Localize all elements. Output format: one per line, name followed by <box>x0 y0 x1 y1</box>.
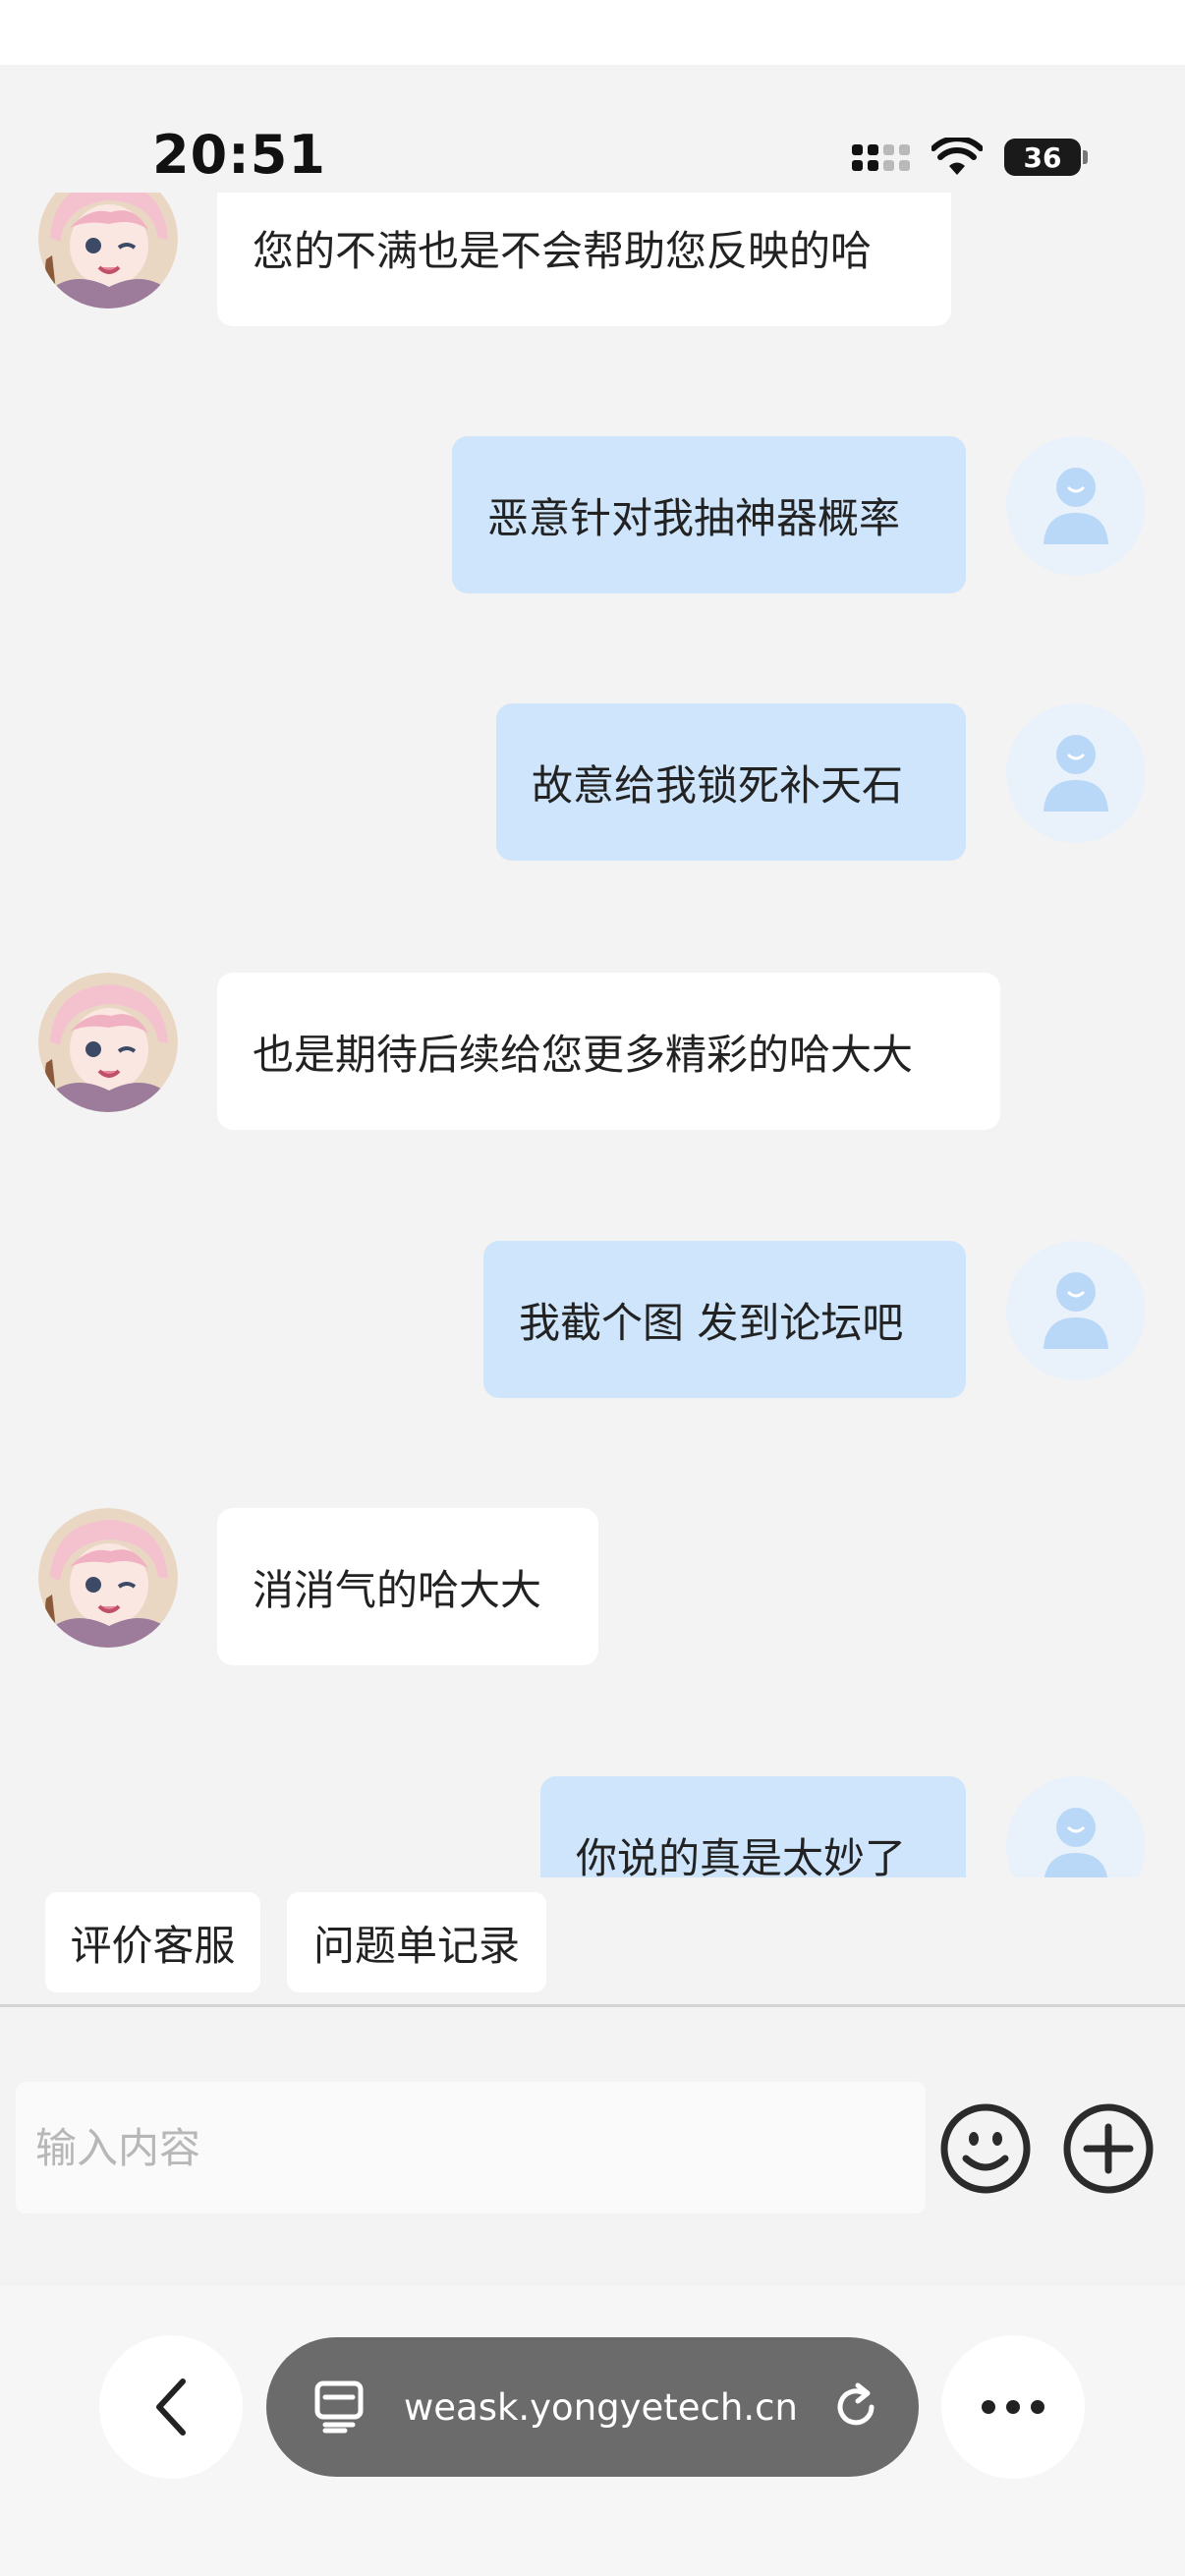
back-button[interactable] <box>99 2335 243 2479</box>
battery-icon: 36 <box>1004 139 1088 176</box>
user-avatar-icon <box>1006 436 1146 576</box>
wifi-icon <box>931 138 983 175</box>
rate-agent-button[interactable]: 评价客服 <box>45 1892 260 1992</box>
agent-message-bubble: 消消气的哈大大 <box>217 1508 598 1665</box>
url-text: weask.yongyetech.cn <box>404 2385 798 2429</box>
status-icons: 36 <box>852 138 1088 177</box>
tabs-icon[interactable] <box>311 2380 367 2435</box>
emoji-icon[interactable] <box>938 2101 1033 2196</box>
reload-icon[interactable] <box>830 2381 881 2433</box>
status-bar: 20:51 36 <box>0 65 1185 193</box>
user-message-bubble: 我截个图 发到论坛吧 <box>483 1241 966 1398</box>
user-avatar-icon <box>1006 703 1146 843</box>
user-message-bubble: 恶意针对我抽神器概率 <box>452 436 966 593</box>
ticket-records-button[interactable]: 问题单记录 <box>287 1892 546 1992</box>
plus-icon[interactable] <box>1061 2101 1156 2196</box>
address-bar[interactable]: weask.yongyetech.cn <box>266 2337 919 2477</box>
agent-avatar <box>38 973 178 1112</box>
user-message-bubble: 你说的真是太妙了 <box>540 1776 966 1877</box>
input-bar <box>0 2007 1185 2286</box>
chat-messages[interactable]: 您的不满也是不会帮助您反映的哈 恶意针对我抽神器概率 故意给我锁死补天石 也是期… <box>0 193 1185 1877</box>
user-message-bubble: 故意给我锁死补天石 <box>496 703 966 861</box>
status-time: 20:51 <box>152 124 326 186</box>
back-icon <box>156 2379 186 2436</box>
message-input[interactable] <box>16 2082 926 2213</box>
agent-message-bubble: 也是期待后续给您更多精彩的哈大大 <box>217 973 1000 1130</box>
user-avatar-icon <box>1006 1241 1146 1380</box>
app-root: 20:51 36 您的不满也是不会帮助您反映的哈 恶意针对我抽神器概率 故意给我… <box>0 0 1185 2576</box>
agent-message-bubble: 您的不满也是不会帮助您反映的哈 <box>217 193 951 326</box>
more-icon <box>982 2400 1044 2414</box>
cellular-signal-icon <box>852 143 910 171</box>
more-button[interactable] <box>941 2335 1085 2479</box>
browser-toolbar: weask.yongyetech.cn <box>0 2286 1185 2576</box>
agent-avatar <box>38 193 178 308</box>
battery-level: 36 <box>1023 140 1062 174</box>
user-avatar-icon <box>1006 1776 1146 1877</box>
agent-avatar <box>38 1508 178 1648</box>
